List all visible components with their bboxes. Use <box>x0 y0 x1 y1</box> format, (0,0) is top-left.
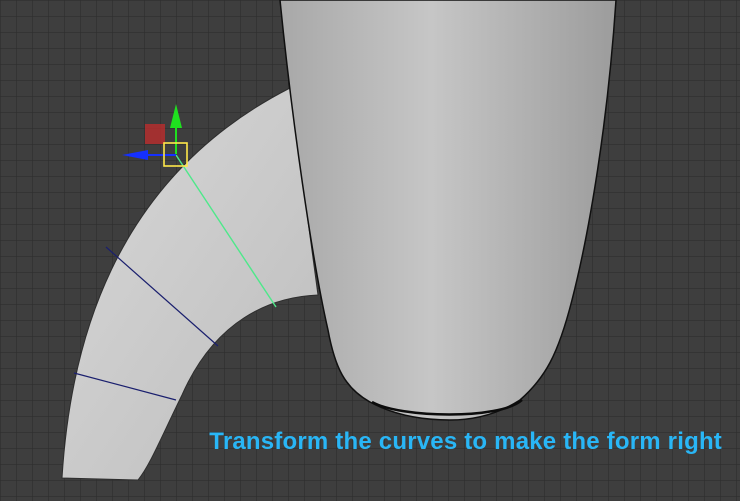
manipulator-center-icon[interactable] <box>145 124 165 144</box>
viewport-canvas[interactable] <box>0 0 740 501</box>
modeling-viewport[interactable]: Transform the curves to make the form ri… <box>0 0 740 501</box>
tutorial-caption: Transform the curves to make the form ri… <box>209 428 722 455</box>
